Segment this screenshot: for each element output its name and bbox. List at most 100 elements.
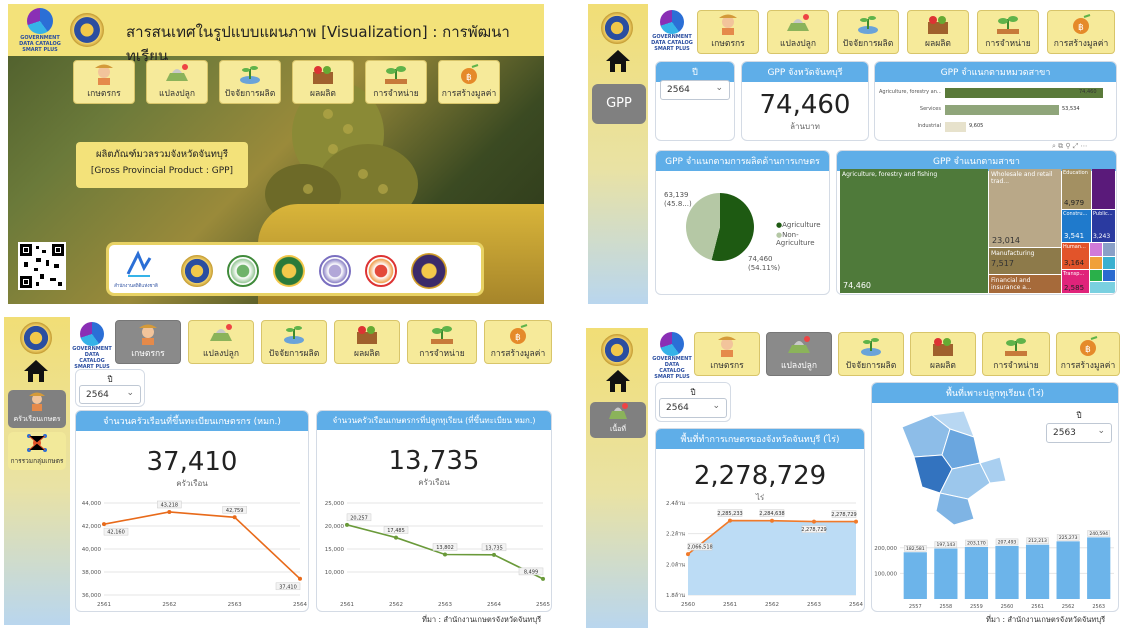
x-tick-label: 2563 xyxy=(807,602,821,608)
p2-tile-sales[interactable]: การจำหน่าย xyxy=(977,10,1039,54)
tree-manufacturing[interactable]: Manufacturing 7,517 xyxy=(989,248,1061,274)
tree-public[interactable]: Public... 3,243 xyxy=(1092,210,1115,242)
tree-education[interactable]: Education 4,979 xyxy=(1062,169,1091,209)
data-label: 13,802 xyxy=(436,545,454,551)
p3-year-select[interactable]: 2564 ⌄ xyxy=(79,385,141,404)
tree-small-a[interactable] xyxy=(1090,243,1102,256)
tree-small-b[interactable] xyxy=(1103,243,1115,256)
p3-side-group[interactable]: การรวมกลุ่มเกษตร xyxy=(8,432,66,470)
p4-tile-value[interactable]: ฿การสร้างมูลค่า xyxy=(1056,332,1120,376)
p4-side-area[interactable]: เนื้อที่ xyxy=(590,402,646,438)
p4-gov-caption: GOVERNMENT DATA CATALOG SMART PLUS xyxy=(652,356,692,380)
p2-gpp-button[interactable]: GPP xyxy=(592,84,646,124)
p3-gov-logo: GOVERNMENT DATA CATALOG SMART PLUS xyxy=(72,322,112,370)
tree-tran-label: Transp... xyxy=(1063,271,1085,277)
data-point xyxy=(232,515,237,520)
tree-purple[interactable] xyxy=(1092,169,1115,209)
tree-small-c[interactable] xyxy=(1090,257,1102,269)
p3-side-btn2-label: การรวมกลุ่มเกษตร xyxy=(10,457,64,465)
p3-side-household[interactable]: ครัวเรือนเกษตร xyxy=(8,390,66,428)
p3-year-card: ปี 2564 ⌄ xyxy=(75,369,145,407)
sector-bar-value: 53,534 xyxy=(1062,106,1080,112)
p4-card2-year-select[interactable]: 2563 ⌄ xyxy=(1046,423,1112,443)
x-tick-label: 2562 xyxy=(1062,604,1075,610)
p3-tile-value[interactable]: ฿การสร้างมูลค่า xyxy=(484,320,552,364)
p3-home-icon[interactable] xyxy=(22,358,50,384)
p3-tile-plot[interactable]: แปลงปลูก xyxy=(188,320,254,364)
sector-bar[interactable] xyxy=(945,105,1059,115)
p4-tile-produce[interactable]: ผลผลิต xyxy=(910,332,976,376)
p3-card1: จำนวนครัวเรือนที่ขึ้นทะเบียนเกษตรกร (หมก… xyxy=(75,410,309,612)
svg-text:฿: ฿ xyxy=(515,333,521,343)
p4-tile-plot[interactable]: แปลงปลูก xyxy=(766,332,832,376)
tree-small-g[interactable] xyxy=(1090,282,1115,293)
data-label: 212,213 xyxy=(1028,538,1047,544)
tile-input[interactable]: ปัจจัยการผลิต xyxy=(219,60,281,104)
p3-tile-produce[interactable]: ผลผลิต xyxy=(334,320,400,364)
field-icon xyxy=(164,63,190,85)
logo-strip: สำนักงานสถิติแห่งชาติ xyxy=(106,242,484,296)
p2-tile-produce[interactable]: ผลผลิต xyxy=(907,10,969,54)
p2-year-card: ปี 2564 ⌄ xyxy=(655,61,735,141)
p4-year-value: 2564 xyxy=(666,403,689,413)
p2-tile-value[interactable]: ฿การสร้างมูลค่า xyxy=(1047,10,1115,54)
bar xyxy=(903,552,927,599)
p2-sector-card: GPP จำแนกตามหมวดสาขา Agriculture, forest… xyxy=(874,61,1117,141)
gov-caption: GOVERNMENT DATA CATALOG SMART PLUS xyxy=(19,35,61,53)
data-point xyxy=(492,552,496,557)
p3-tile-input[interactable]: ปัจจัยการผลิต xyxy=(261,320,327,364)
farmer-icon xyxy=(91,63,117,85)
p2-year-select[interactable]: 2564 ⌄ xyxy=(660,80,730,100)
chevron-down-icon: ⌄ xyxy=(126,388,134,398)
x-tick-label: 2561 xyxy=(1031,604,1044,610)
p3-gov-caption: GOVERNMENT DATA CATALOG SMART PLUS xyxy=(72,346,112,370)
data-label: 17,485 xyxy=(387,528,405,534)
p4-tile-input[interactable]: ปัจจัยการผลิต xyxy=(838,332,904,376)
p3-tile-sales[interactable]: การจำหน่าย xyxy=(407,320,477,364)
tree-small-e[interactable] xyxy=(1090,270,1102,281)
p4-year-select[interactable]: 2564 ⌄ xyxy=(659,398,727,418)
tree-whole-label: Wholesale and retail trad... xyxy=(991,171,1053,185)
data-label: 2,066,518 xyxy=(687,545,712,551)
data-label: 2,285,233 xyxy=(717,511,742,517)
tile-farmer[interactable]: เกษตรกร xyxy=(73,60,135,104)
p4-card1-title: พื้นที่ทำการเกษตรของจังหวัดจันทบุรี (ไร่… xyxy=(656,429,864,449)
qr-code[interactable] xyxy=(18,242,66,290)
tree-small-d[interactable] xyxy=(1103,257,1115,269)
tree-transport[interactable]: Transp... 2,585 xyxy=(1062,270,1089,293)
sector-bar[interactable] xyxy=(945,122,966,132)
p3-tile-farmer[interactable]: เกษตรกร xyxy=(115,320,181,364)
tile-value[interactable]: ฿การสร้างมูลค่า xyxy=(438,60,500,104)
tree-construction[interactable]: Constru... 3,541 xyxy=(1062,210,1091,242)
p2-gov-caption: GOVERNMENT DATA CATALOG SMART PLUS xyxy=(651,34,693,52)
data-point xyxy=(541,576,545,581)
p2-tile-input[interactable]: ปัจจัยการผลิต xyxy=(837,10,899,54)
sector-bar-row[interactable]: Agriculture, forestry an... 74,460 xyxy=(879,87,1114,99)
sector-bar-row[interactable]: Industrial 9,605 xyxy=(879,121,1114,133)
data-label: 207,493 xyxy=(998,539,1017,545)
tile-sales[interactable]: การจำหน่าย xyxy=(365,60,427,104)
chanthaburi-map[interactable] xyxy=(892,407,1012,527)
sector-bar-value: 74,460 xyxy=(1079,89,1097,95)
field-icon xyxy=(609,403,628,419)
tile-produce[interactable]: ผลผลิต xyxy=(292,60,354,104)
p2-home-icon[interactable] xyxy=(604,48,632,74)
pie-pct-b: (54.11%) xyxy=(748,264,781,272)
tree-agriculture[interactable]: Agriculture, forestry and fishing 74,460 xyxy=(840,169,988,293)
tree-small-f[interactable] xyxy=(1103,270,1115,281)
p4-tile-farmer[interactable]: เกษตรกร xyxy=(694,332,760,376)
p2-tile-plot[interactable]: แปลงปลูก xyxy=(767,10,829,54)
p4-tile-sales[interactable]: การจำหน่าย xyxy=(982,332,1050,376)
p2-tile-farmer[interactable]: เกษตรกร xyxy=(697,10,759,54)
p3-year-value: 2564 xyxy=(86,390,109,400)
data-label: 240,594 xyxy=(1089,531,1108,537)
tree-human[interactable]: Human... 3,164 xyxy=(1062,243,1089,269)
tree-wholesale[interactable]: Wholesale and retail trad... 23,014 xyxy=(989,169,1061,247)
tree-fin-label: Financial and insurance a... xyxy=(991,277,1032,291)
p4-home-icon[interactable] xyxy=(604,368,632,394)
tree-hum-label: Human... xyxy=(1063,244,1086,250)
sector-bar-row[interactable]: Services 53,534 xyxy=(879,104,1114,116)
tile-plot[interactable]: แปลงปลูก xyxy=(146,60,208,104)
tree-pub-value: 3,243 xyxy=(1093,233,1111,240)
tree-financial[interactable]: Financial and insurance a... xyxy=(989,275,1061,293)
